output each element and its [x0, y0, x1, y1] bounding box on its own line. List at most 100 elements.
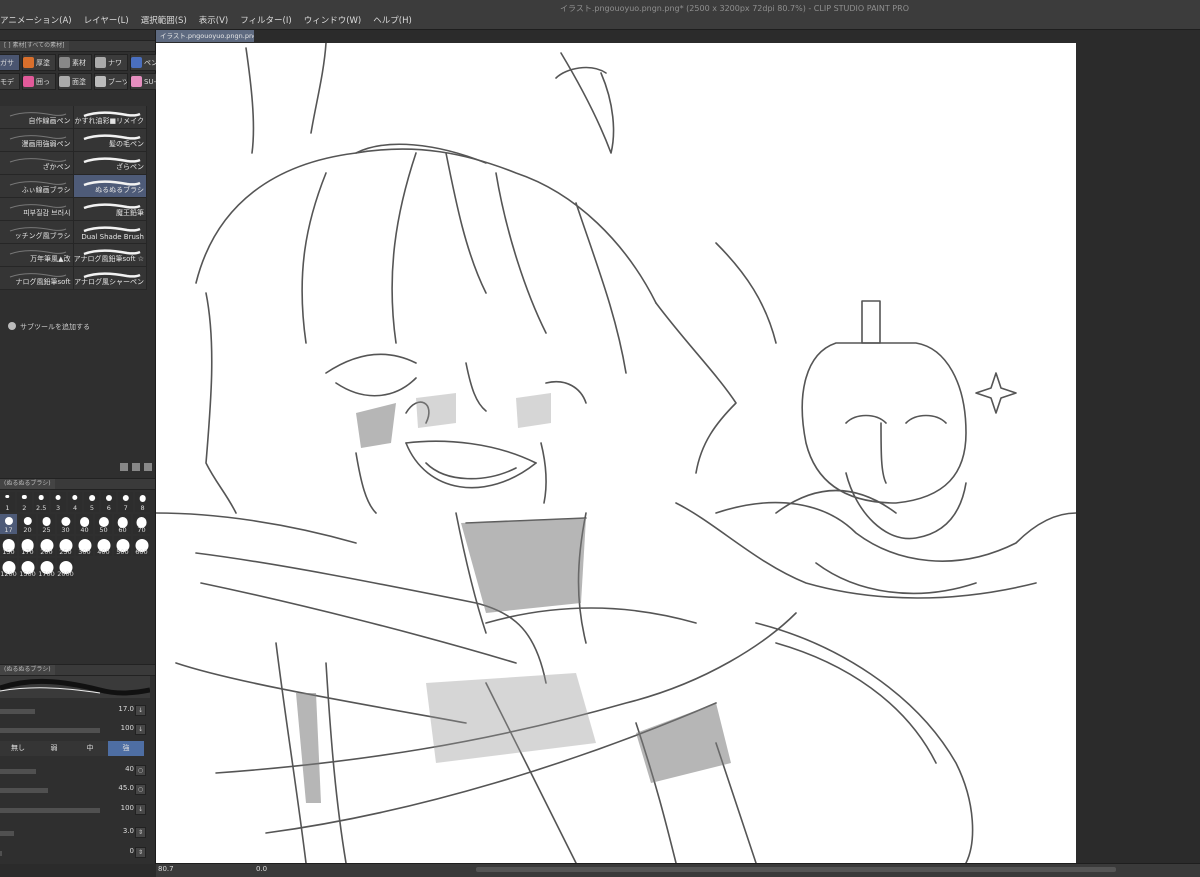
- subtool-group-2[interactable]: 素材: [58, 54, 92, 71]
- brush-size-option[interactable]: 30: [57, 514, 74, 534]
- brush-size-option[interactable]: 7: [118, 492, 134, 512]
- brush-size-option[interactable]: 3: [50, 492, 66, 512]
- property-slider-5[interactable]: 0 ⇕: [0, 845, 148, 861]
- menu-help[interactable]: ヘルプ(H): [373, 14, 412, 26]
- property-slider-1[interactable]: 40 ○: [0, 763, 148, 779]
- menu-layer[interactable]: レイヤー(L): [84, 14, 129, 26]
- subtool-item[interactable]: 漫画用強弱ペン: [0, 129, 74, 151]
- property-slider-2[interactable]: 45.0 ○: [0, 782, 148, 798]
- brush-size-option[interactable]: 150: [0, 536, 17, 556]
- subtool-item[interactable]: ざかペン: [0, 152, 74, 174]
- brush-size-tab[interactable]: (ぬるぬるブラシ): [0, 479, 55, 489]
- brush-size-option[interactable]: 2000: [57, 558, 74, 578]
- brush-size-option[interactable]: 17: [0, 514, 17, 534]
- opacity-slider[interactable]: 100 ↓: [0, 722, 148, 738]
- subtool-group-3[interactable]: ナワ: [94, 54, 128, 71]
- horizontal-scrollbar[interactable]: [476, 867, 1116, 872]
- brush-size-option[interactable]: 170: [19, 536, 36, 556]
- brush-size-option[interactable]: 50: [95, 514, 112, 534]
- brush-size-option[interactable]: 300: [76, 536, 93, 556]
- property-value-5: 0: [129, 847, 134, 855]
- zoom-value[interactable]: 80.7: [158, 865, 174, 873]
- subtool-item[interactable]: 自作線画ペン: [0, 106, 74, 128]
- stepper-icon[interactable]: ⇕: [135, 847, 146, 858]
- brush-size-option[interactable]: 1: [0, 492, 15, 512]
- subtool-group-1[interactable]: 厚塗: [22, 54, 56, 71]
- subtool-group-7[interactable]: 面塗: [58, 73, 92, 90]
- subtool-item[interactable]: ざらペン: [73, 152, 147, 174]
- brush-size-option[interactable]: 20: [19, 514, 36, 534]
- stepper-icon[interactable]: ⇕: [135, 827, 146, 838]
- rotation-value[interactable]: 0.0: [256, 865, 267, 873]
- subtool-item[interactable]: アナログ風シャーペン: [73, 267, 147, 289]
- subtool-item[interactable]: ぬるぬるブラシ: [73, 175, 147, 197]
- menu-animation[interactable]: アニメーション(A): [0, 14, 72, 26]
- menu-filter[interactable]: フィルター(I): [240, 14, 291, 26]
- document-tab[interactable]: イラスト.pngouoyuo.pngn.png*: [156, 30, 254, 42]
- brush-size-option[interactable]: 200: [38, 536, 55, 556]
- brush-size-option[interactable]: 8: [135, 492, 151, 512]
- drawing-canvas[interactable]: [156, 43, 1076, 863]
- property-slider-4[interactable]: 3.0 ⇕: [0, 825, 148, 841]
- add-subtool-button[interactable]: サブツールを追加する: [8, 322, 90, 332]
- brush-size-option[interactable]: 1700: [38, 558, 55, 578]
- subtool-group-label: 面塗: [72, 77, 86, 86]
- toggle-icon[interactable]: ○: [135, 784, 146, 795]
- brush-size-option[interactable]: 40: [76, 514, 93, 534]
- brush-size-option[interactable]: 70: [133, 514, 150, 534]
- brush-size-option[interactable]: 1500: [19, 558, 36, 578]
- brush-size-label: 2000: [57, 570, 74, 578]
- brush-size-option[interactable]: 5: [84, 492, 100, 512]
- menu-window[interactable]: ウィンドウ(W): [304, 14, 362, 26]
- antialias-medium[interactable]: 中: [72, 741, 108, 756]
- plus-icon: [8, 322, 16, 330]
- subtool-row: 自作線画ペン かすれ油彩■リメイク: [0, 106, 147, 129]
- copy-icon[interactable]: [132, 463, 140, 471]
- pressure-icon[interactable]: ↓: [135, 804, 146, 815]
- antialias-weak[interactable]: 弱: [36, 741, 72, 756]
- subtool-item[interactable]: かすれ油彩■リメイク: [73, 106, 147, 128]
- subtool-item[interactable]: アナログ風鉛筆soft ☆: [73, 244, 147, 266]
- antialias-options: 無し 弱 中 強: [0, 741, 148, 756]
- subtool-item[interactable]: ッチング風ブラシ: [0, 221, 74, 243]
- toggle-icon[interactable]: ○: [135, 765, 146, 776]
- brush-size-option[interactable]: 2.5: [33, 492, 49, 512]
- subtool-group-0[interactable]: ガサ: [0, 54, 20, 71]
- subtool-item[interactable]: 万年筆風▲改: [0, 244, 74, 266]
- brush-size-option[interactable]: 400: [95, 536, 112, 556]
- brush-size-option[interactable]: 4: [67, 492, 83, 512]
- property-value-3: 100: [120, 804, 134, 812]
- brush-size-option[interactable]: 1200: [0, 558, 17, 578]
- brush-size-option[interactable]: 500: [114, 536, 131, 556]
- subtool-item[interactable]: 魔王鉛筆: [73, 198, 147, 220]
- menu-selection[interactable]: 選択範囲(S): [141, 14, 187, 26]
- brush-size-slider[interactable]: 17.0 ↓: [0, 703, 148, 719]
- brush-size-option[interactable]: 250: [57, 536, 74, 556]
- subtool-item[interactable]: ふぃ線画ブラシ: [0, 175, 74, 197]
- subtool-group-5[interactable]: モデ: [0, 73, 20, 90]
- subtool-item[interactable]: 髪の毛ペン: [73, 129, 147, 151]
- brush-size-option[interactable]: 6: [101, 492, 117, 512]
- pressure-icon[interactable]: ↓: [135, 705, 146, 716]
- property-slider-3[interactable]: 100 ↓: [0, 802, 148, 818]
- brush-size-option[interactable]: 60: [114, 514, 131, 534]
- subtool-item[interactable]: ナログ風鉛筆soft: [0, 267, 74, 289]
- tool-panel-tab[interactable]: [ ] 素材[すべての素材]: [0, 41, 69, 51]
- brush-size-option[interactable]: 25: [38, 514, 55, 534]
- antialias-none[interactable]: 無し: [0, 741, 36, 756]
- tool-property-tab[interactable]: (ぬるぬるブラシ): [0, 665, 55, 675]
- brush-size-option[interactable]: 2: [16, 492, 32, 512]
- export-icon[interactable]: [120, 463, 128, 471]
- subtool-label: 自作線画ペン: [28, 117, 71, 125]
- subtool-item[interactable]: 피부질감 브러시: [0, 198, 74, 220]
- subtool-label: ざらペン: [116, 163, 144, 171]
- brush-size-option[interactable]: 600: [133, 536, 150, 556]
- subtool-group-8[interactable]: ブーツ: [94, 73, 128, 90]
- pressure-icon[interactable]: ↓: [135, 724, 146, 735]
- antialias-strong[interactable]: 強: [108, 741, 144, 756]
- brush-size-label: 17: [4, 526, 13, 534]
- subtool-item[interactable]: Dual Shade Brush: [73, 221, 147, 243]
- trash-icon[interactable]: [144, 463, 152, 471]
- menu-view[interactable]: 表示(V): [199, 14, 228, 26]
- subtool-group-6[interactable]: 囲っ: [22, 73, 56, 90]
